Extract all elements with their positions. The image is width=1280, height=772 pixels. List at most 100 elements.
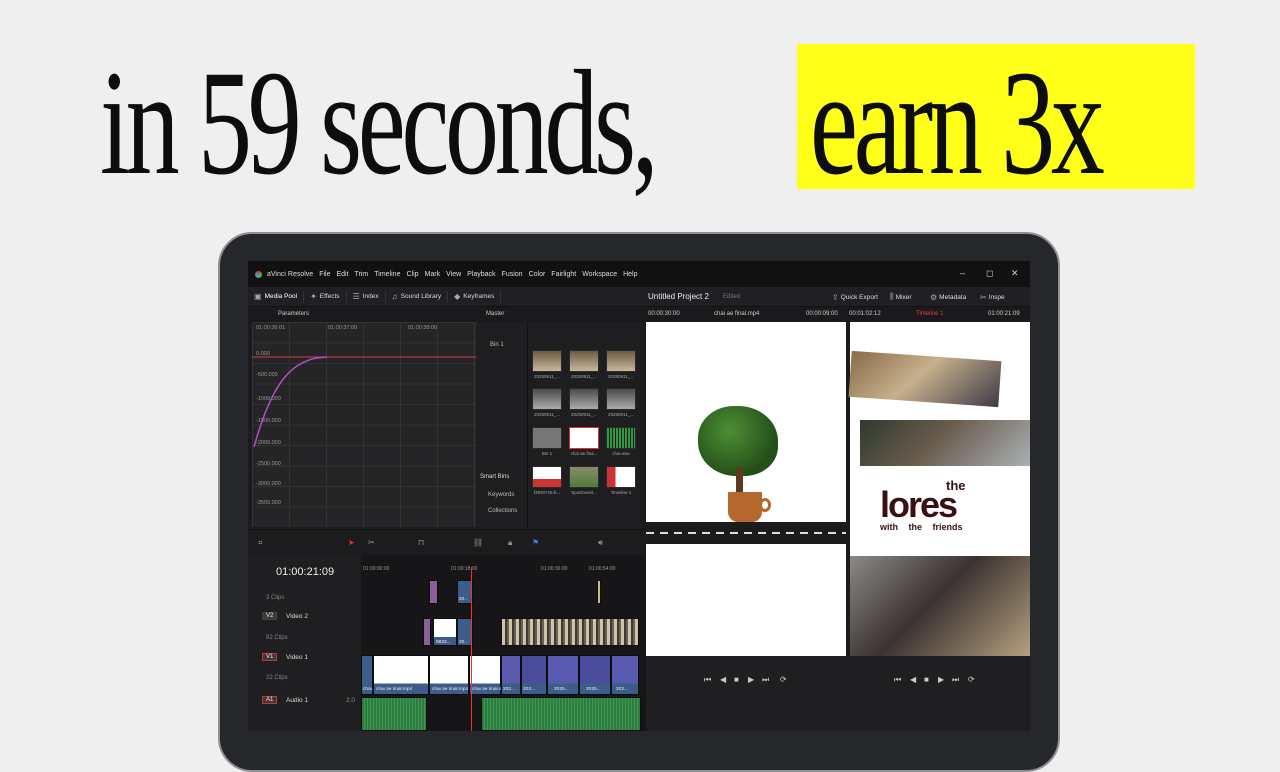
menu-file[interactable]: File bbox=[316, 271, 333, 278]
timeline-clip[interactable]: 202... bbox=[611, 655, 639, 695]
go-to-end-icon[interactable]: ⏭ bbox=[762, 675, 769, 685]
flag-icon[interactable]: ⚑ bbox=[532, 538, 539, 547]
smart-bins-header[interactable]: Smart Bins bbox=[480, 474, 509, 480]
media-thumb[interactable] bbox=[532, 388, 562, 410]
inspector-button[interactable]: ✂ Inspe bbox=[980, 287, 1005, 307]
media-thumb-selected[interactable] bbox=[569, 427, 599, 449]
menu-fusion[interactable]: Fusion bbox=[499, 271, 526, 278]
lores-title-text: lores bbox=[880, 484, 958, 525]
menu-help[interactable]: Help bbox=[620, 271, 640, 278]
go-to-start-icon[interactable]: ⏮ bbox=[704, 675, 711, 685]
reverse-play-icon[interactable]: ◀ bbox=[910, 675, 916, 684]
audio-waveform-icon[interactable] bbox=[606, 427, 636, 449]
snap-icon[interactable]: ⊓ bbox=[418, 538, 424, 547]
track-clip-count: 22 Clips bbox=[266, 675, 288, 681]
davinci-resolve-window: aVinci Resolve File Edit Trim Timeline C… bbox=[248, 261, 1030, 731]
folder-icon[interactable] bbox=[532, 427, 562, 449]
metadata-button[interactable]: ⚙ Metadata bbox=[930, 287, 966, 307]
menu-playback[interactable]: Playback bbox=[464, 271, 498, 278]
go-to-start-icon[interactable]: ⏮ bbox=[894, 675, 901, 685]
keyframe-curve-editor[interactable]: 01:00:36:01 01:00:37:00 01:00:38:00 0.00… bbox=[252, 322, 476, 527]
menu-view[interactable]: View bbox=[443, 271, 464, 278]
media-thumb[interactable] bbox=[606, 388, 636, 410]
timeline-clip[interactable]: chai.. bbox=[361, 655, 374, 695]
menu-trim[interactable]: Trim bbox=[352, 271, 372, 278]
timeline-clip[interactable]: 202... bbox=[521, 655, 547, 695]
media-thumb[interactable] bbox=[532, 466, 562, 488]
loop-icon[interactable]: ⟳ bbox=[968, 675, 975, 684]
menu-mark[interactable]: Mark bbox=[422, 271, 444, 278]
track-tag-v1[interactable]: V1 bbox=[262, 653, 278, 661]
mixer-button[interactable]: ⫼ Mixer bbox=[890, 287, 912, 307]
timeline-dropdown[interactable]: Timeline 1 bbox=[916, 307, 943, 322]
timeline-clip[interactable] bbox=[597, 580, 601, 604]
audio-clip[interactable] bbox=[481, 697, 641, 731]
lock-icon[interactable]: 🔒︎ bbox=[508, 538, 512, 548]
mixer-label: Mixer bbox=[895, 293, 912, 301]
keyframes-button[interactable]: ◆ Keyframes bbox=[448, 290, 502, 303]
effects-button[interactable]: ✦ Effects bbox=[304, 290, 347, 303]
timeline-clip[interactable]: 202... bbox=[501, 655, 521, 695]
play-icon[interactable]: ▶ bbox=[748, 675, 754, 684]
media-pool-button[interactable]: ▣ Media Pool bbox=[248, 290, 305, 303]
source-viewer[interactable] bbox=[646, 322, 846, 656]
parameters-dropdown[interactable]: Parameters bbox=[278, 307, 309, 322]
timeline-clip[interactable] bbox=[423, 618, 431, 646]
menu-workspace[interactable]: Workspace bbox=[579, 271, 620, 278]
menu-color[interactable]: Color bbox=[526, 271, 549, 278]
media-thumb[interactable] bbox=[569, 388, 599, 410]
playhead[interactable] bbox=[471, 567, 472, 731]
index-icon: ☰ bbox=[352, 292, 360, 301]
keyframes-icon: ◆ bbox=[454, 292, 461, 301]
timeline-clip[interactable]: chai ae final.mp4 bbox=[373, 655, 429, 695]
timeline-thumb[interactable] bbox=[606, 466, 636, 488]
timeline-clip[interactable]: 6833... bbox=[433, 618, 457, 646]
reverse-play-icon[interactable]: ◀ bbox=[720, 675, 726, 684]
play-icon[interactable]: ▶ bbox=[938, 675, 944, 684]
blade-tool-icon[interactable]: ✂ bbox=[368, 538, 375, 547]
index-button[interactable]: ☰ Index bbox=[347, 290, 386, 303]
media-pool-grid: 20250911_... 20250911_... 20250911_... 2… bbox=[528, 322, 643, 527]
sound-library-button[interactable]: ♫ Sound Library bbox=[386, 290, 449, 303]
menu-timeline[interactable]: Timeline bbox=[371, 271, 403, 278]
media-thumb[interactable] bbox=[532, 350, 562, 372]
timeline-clip[interactable]: chai ae final.mp4 bbox=[429, 655, 469, 695]
media-thumb[interactable] bbox=[569, 350, 599, 372]
pointer-tool-icon[interactable]: ➤ bbox=[348, 538, 355, 547]
source-clip-dropdown[interactable]: chai ae final.mp4 bbox=[714, 307, 759, 322]
stop-icon[interactable]: ■ bbox=[924, 675, 929, 684]
timeline-clip[interactable]: chai ae final.mp4 bbox=[469, 655, 508, 695]
timeline-clip[interactable] bbox=[429, 580, 438, 604]
minimize-button[interactable]: – bbox=[960, 268, 965, 278]
timeline-clip[interactable]: 2025... bbox=[579, 655, 611, 695]
quick-export-button[interactable]: ⇪ Quick Export bbox=[832, 287, 878, 307]
volume-icon[interactable]: 🔊︎ bbox=[598, 538, 603, 548]
loop-icon[interactable]: ⟳ bbox=[780, 675, 787, 684]
bin-list: Bin 1 Smart Bins Keywords Collections bbox=[476, 322, 528, 527]
track-tag-a1[interactable]: A1 bbox=[262, 696, 278, 704]
timeline-clip-stack[interactable] bbox=[501, 618, 639, 646]
media-thumb[interactable] bbox=[606, 350, 636, 372]
selection-icon[interactable]: ⌗ bbox=[258, 538, 263, 548]
menu-fairlight[interactable]: Fairlight bbox=[548, 271, 579, 278]
track-name: Video 1 bbox=[286, 654, 308, 661]
menu-edit[interactable]: Edit bbox=[333, 271, 351, 278]
media-thumb[interactable] bbox=[569, 466, 599, 488]
restore-button[interactable]: ◻ bbox=[986, 268, 993, 279]
go-to-end-icon[interactable]: ⏭ bbox=[952, 675, 959, 685]
close-button[interactable]: ✕ bbox=[1011, 268, 1019, 279]
media-thumb-label: 20250911_... bbox=[608, 374, 634, 379]
bin-item[interactable]: Bin 1 bbox=[490, 342, 504, 348]
audio-clip[interactable] bbox=[361, 697, 427, 731]
source-timecode: 00:00:30:00 bbox=[648, 311, 680, 317]
timeline-tracks[interactable]: 01:00:00:00 01:00:18:00 01:00:36:00 01:0… bbox=[361, 555, 646, 731]
headline-highlight bbox=[797, 44, 1195, 189]
track-tag-v2[interactable]: V2 bbox=[262, 612, 278, 620]
stop-icon[interactable]: ■ bbox=[734, 675, 739, 684]
timeline-viewer[interactable]: the lores with the friends bbox=[846, 322, 1030, 656]
collections-bin[interactable]: Collections bbox=[488, 508, 517, 514]
timeline-clip[interactable]: 2025... bbox=[547, 655, 579, 695]
link-icon[interactable]: ⛓ bbox=[473, 538, 483, 547]
menu-clip[interactable]: Clip bbox=[403, 271, 421, 278]
keywords-bin[interactable]: Keywords bbox=[488, 492, 514, 498]
